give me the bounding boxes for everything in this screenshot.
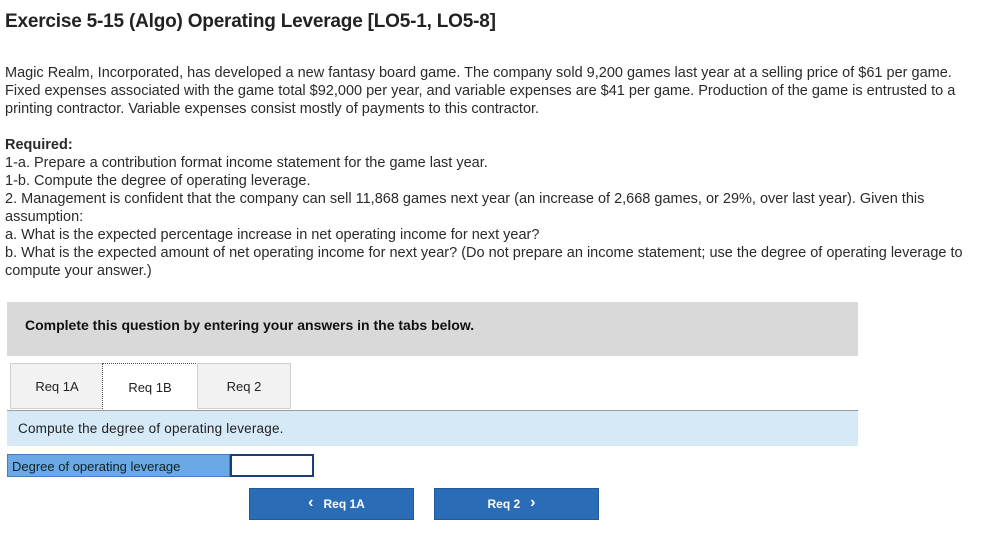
next-tab-button[interactable]: Req 2 ›: [434, 488, 599, 520]
required-line: 1-a. Prepare a contribution format incom…: [5, 155, 488, 171]
question-prompt: Compute the degree of operating leverage…: [7, 411, 858, 446]
next-tab-label: Req 2: [487, 497, 521, 511]
required-heading: Required:: [5, 137, 73, 153]
chevron-right-icon: ›: [530, 494, 536, 511]
chevron-left-icon: ‹: [308, 494, 314, 511]
required-line: b. What is the expected amount of net op…: [5, 245, 963, 279]
instructions-banner: Complete this question by entering your …: [7, 302, 858, 356]
required-line: 2. Management is confident that the comp…: [5, 191, 925, 225]
required-line: 1-b. Compute the degree of operating lev…: [5, 173, 311, 189]
tab-req-1b[interactable]: Req 1B: [102, 363, 198, 411]
problem-intro: Magic Realm, Incorporated, has developed…: [5, 65, 956, 117]
tab-req-2[interactable]: Req 2: [197, 363, 291, 409]
prev-tab-label: Req 1A: [323, 497, 365, 511]
dol-label: Degree of operating leverage: [7, 454, 230, 477]
prompt-text: Compute the degree of operating leverage…: [18, 421, 284, 436]
exercise-title: Exercise 5-15 (Algo) Operating Leverage …: [5, 11, 496, 32]
required-section: Required: 1-a. Prepare a contribution fo…: [5, 136, 965, 280]
prev-tab-button[interactable]: ‹ Req 1A: [249, 488, 414, 520]
tab-req-1a[interactable]: Req 1A: [10, 363, 104, 409]
dol-input[interactable]: [230, 454, 314, 477]
required-line: a. What is the expected percentage incre…: [5, 227, 540, 243]
instructions-text: Complete this question by entering your …: [25, 317, 475, 333]
